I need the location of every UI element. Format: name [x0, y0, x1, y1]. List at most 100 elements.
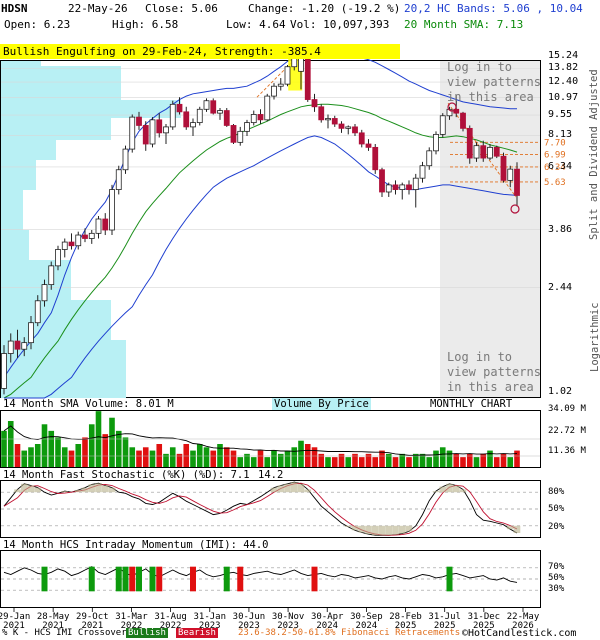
chart-type-label: MONTHLY CHART: [430, 398, 513, 410]
volume-bar: [115, 430, 122, 467]
imi-lines: [1, 566, 540, 592]
stoch-oversold-fill: [358, 525, 366, 533]
price-tick-label: 15.24: [548, 50, 579, 61]
stoch-overbought-fill: [81, 487, 89, 493]
stoch-overbought-fill: [101, 485, 109, 493]
candle-up: [298, 57, 304, 72]
candle-down: [142, 125, 149, 145]
candle-up: [419, 165, 426, 179]
pattern-banner: Bullish Engulfing on 29-Feb-24, Strength…: [0, 44, 400, 59]
price-tick-label: 12.40: [548, 76, 579, 88]
stoch-oversold-fill: [371, 525, 379, 536]
imi-bullish-crossover: [446, 566, 453, 592]
volume-bar: [237, 457, 244, 467]
candle-down: [82, 234, 88, 239]
footer-bullish: Bullish: [126, 628, 168, 638]
stoch-overbought-fill: [297, 483, 305, 493]
volume-bar: [109, 417, 115, 467]
watermark-bottom-line: Log in to: [447, 350, 513, 364]
volume-bar: [61, 447, 68, 467]
candle-up: [264, 95, 271, 121]
price-tick-label: 2.44: [548, 281, 573, 293]
imi-tick: 30%: [548, 584, 565, 594]
candle-down: [102, 218, 109, 231]
candle-down: [311, 99, 318, 108]
stoch-overbought-fill: [277, 485, 285, 493]
volume-bar: [183, 444, 190, 467]
candle-down: [365, 143, 372, 148]
candle-down: [406, 184, 412, 190]
candle-up: [203, 100, 210, 110]
watermark-bottom: Log in to view patterns in this area: [447, 350, 541, 395]
stoch-overbought-fill: [27, 485, 35, 493]
imi-panel-label: 14 Month HCS Intraday Momentum (IMI): 44…: [3, 539, 269, 551]
candle-up: [129, 116, 136, 150]
stochastic-lines: [1, 481, 540, 536]
candle-up: [109, 189, 115, 231]
candle-down: [379, 169, 385, 193]
watermark-top-line: Log in to: [447, 60, 513, 74]
candle-down: [176, 103, 183, 113]
volume-bar: [291, 447, 298, 467]
candle-up: [41, 284, 48, 302]
candle-down: [331, 118, 338, 125]
candle-down: [480, 145, 487, 159]
imi-bullish-crossover: [115, 566, 122, 592]
volume-bar: [372, 457, 379, 467]
price-tick-label: 9.55: [548, 109, 573, 121]
candle-up: [426, 150, 433, 167]
volume-bar: [129, 447, 136, 467]
vbp-bar: [1, 140, 56, 160]
volume-bar: [406, 457, 412, 467]
volume-bar: [88, 424, 95, 467]
price-tick-label: 1.02: [548, 386, 573, 397]
candle-down: [14, 340, 21, 350]
volume-bar: [257, 450, 264, 467]
volume-bar: [379, 450, 385, 467]
volume-bar: [217, 444, 223, 467]
candle-down: [500, 155, 507, 181]
candle-up: [277, 83, 284, 87]
volume-bar: [190, 450, 196, 467]
candle-up: [433, 133, 439, 152]
candle-down: [358, 132, 365, 145]
candle-up: [284, 66, 291, 85]
candle-up: [487, 146, 493, 159]
stoch-tick: 50%: [548, 504, 565, 514]
footer-brand: ©HotCandlestick.com: [462, 628, 577, 639]
volume-bar: [331, 457, 338, 467]
stoch-oversold-fill: [351, 525, 359, 531]
stoch-overbought-fill: [20, 483, 28, 493]
candle-down: [466, 127, 473, 159]
price-tick-label: 10.97: [548, 91, 579, 103]
imi-bearish-crossover: [129, 566, 136, 592]
watermark-bottom-line: in this area: [447, 380, 534, 394]
stoch-oversold-fill: [378, 525, 386, 536]
stoch-tick: 20%: [548, 522, 565, 532]
vbp-bar: [1, 66, 121, 100]
footer-bearish: Bearish: [176, 628, 218, 638]
price-tick-label: 6.34: [548, 160, 573, 172]
imi-bearish-crossover: [311, 566, 318, 592]
candle-down: [392, 184, 399, 190]
candle-up: [237, 130, 244, 143]
volume-bar: [156, 444, 163, 467]
imi-bullish-crossover: [41, 566, 48, 592]
scale-label: Logarithmic: [588, 302, 600, 372]
volume-bar: [210, 450, 217, 467]
candle-up: [271, 85, 277, 97]
candle-up: [217, 110, 223, 114]
volume-bar: [514, 450, 520, 467]
stoch-overbought-fill: [88, 484, 96, 493]
imi-bearish-crossover: [190, 566, 196, 592]
stoch-overbought-fill: [108, 487, 116, 493]
footer-fib: 23.6-38.2-50-61.8% Fibonacci Retracement…: [238, 628, 461, 638]
vbp-bar: [1, 230, 29, 260]
candle-up: [244, 122, 250, 132]
candle-down: [257, 114, 264, 121]
stoch-oversold-fill: [344, 525, 352, 527]
imi-bullish-crossover: [122, 566, 129, 592]
imi-tick: 50%: [548, 573, 565, 583]
stoch-overbought-fill: [270, 487, 278, 493]
candle-up: [345, 126, 352, 129]
